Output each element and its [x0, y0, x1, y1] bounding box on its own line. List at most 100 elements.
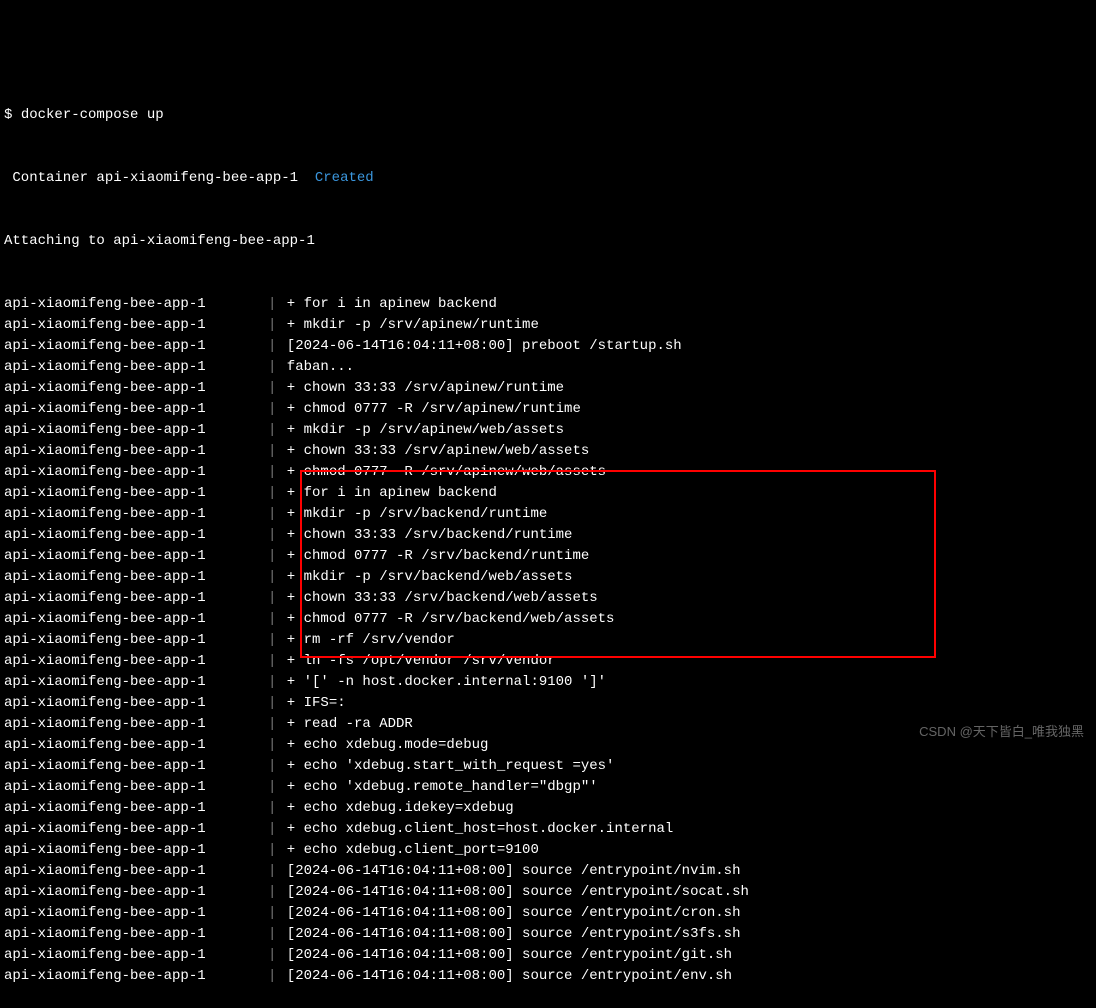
log-prefix: api-xiaomifeng-bee-app-1: [4, 819, 266, 840]
log-separator: |: [268, 966, 276, 987]
log-prefix: api-xiaomifeng-bee-app-1: [4, 756, 266, 777]
log-separator: |: [268, 651, 276, 672]
log-line: api-xiaomifeng-bee-app-1 | + chown 33:33…: [4, 441, 1092, 462]
log-line: api-xiaomifeng-bee-app-1 | [2024-06-14T1…: [4, 336, 1092, 357]
log-prefix: api-xiaomifeng-bee-app-1: [4, 567, 266, 588]
log-body: + mkdir -p /srv/backend/runtime: [278, 504, 1092, 525]
log-separator: |: [268, 714, 276, 735]
log-body: + chmod 0777 -R /srv/backend/web/assets: [278, 609, 1092, 630]
log-body: + chmod 0777 -R /srv/apinew/web/assets: [278, 462, 1092, 483]
log-body: + rm -rf /srv/vendor: [278, 630, 1092, 651]
log-prefix: api-xiaomifeng-bee-app-1: [4, 651, 266, 672]
log-prefix: api-xiaomifeng-bee-app-1: [4, 714, 266, 735]
log-separator: |: [268, 588, 276, 609]
log-separator: |: [268, 609, 276, 630]
log-prefix: api-xiaomifeng-bee-app-1: [4, 525, 266, 546]
terminal-output[interactable]: $ docker-compose up Container api-xiaomi…: [0, 0, 1096, 1008]
log-separator: |: [268, 420, 276, 441]
log-body: [2024-06-14T16:04:11+08:00] source /entr…: [278, 945, 1092, 966]
log-body: + chown 33:33 /srv/apinew/runtime: [278, 378, 1092, 399]
log-body: + chown 33:33 /srv/apinew/web/assets: [278, 441, 1092, 462]
log-separator: |: [268, 882, 276, 903]
log-body: + chmod 0777 -R /srv/backend/runtime: [278, 546, 1092, 567]
log-line: api-xiaomifeng-bee-app-1 | + chmod 0777 …: [4, 546, 1092, 567]
log-body: + echo xdebug.client_host=host.docker.in…: [278, 819, 1092, 840]
log-line: api-xiaomifeng-bee-app-1 | + echo xdebug…: [4, 735, 1092, 756]
command-text: docker-compose up: [21, 107, 164, 123]
log-separator: |: [268, 735, 276, 756]
log-body: + echo 'xdebug.remote_handler="dbgp"': [278, 777, 1092, 798]
log-prefix: api-xiaomifeng-bee-app-1: [4, 882, 266, 903]
log-prefix: api-xiaomifeng-bee-app-1: [4, 903, 266, 924]
log-body: + '[' -n host.docker.internal:9100 ']': [278, 672, 1092, 693]
log-body: + mkdir -p /srv/backend/web/assets: [278, 567, 1092, 588]
log-separator: |: [268, 798, 276, 819]
log-separator: |: [268, 945, 276, 966]
log-prefix: api-xiaomifeng-bee-app-1: [4, 798, 266, 819]
log-line: api-xiaomifeng-bee-app-1 | [2024-06-14T1…: [4, 924, 1092, 945]
log-prefix: api-xiaomifeng-bee-app-1: [4, 546, 266, 567]
log-body: + IFS=:: [278, 693, 1092, 714]
log-separator: |: [268, 567, 276, 588]
top-line: [4, 42, 1092, 63]
log-line: api-xiaomifeng-bee-app-1 | + '[' -n host…: [4, 672, 1092, 693]
log-separator: |: [268, 630, 276, 651]
log-separator: |: [268, 693, 276, 714]
log-line: api-xiaomifeng-bee-app-1 | + ln -fs /opt…: [4, 651, 1092, 672]
log-line: api-xiaomifeng-bee-app-1 | + rm -rf /srv…: [4, 630, 1092, 651]
log-line: api-xiaomifeng-bee-app-1 | + echo xdebug…: [4, 798, 1092, 819]
log-line: api-xiaomifeng-bee-app-1 | + echo xdebug…: [4, 819, 1092, 840]
log-line: api-xiaomifeng-bee-app-1 | [2024-06-14T1…: [4, 966, 1092, 987]
log-separator: |: [268, 525, 276, 546]
log-body: + mkdir -p /srv/apinew/runtime: [278, 315, 1092, 336]
log-prefix: api-xiaomifeng-bee-app-1: [4, 336, 266, 357]
log-line: api-xiaomifeng-bee-app-1 | faban...: [4, 357, 1092, 378]
log-separator: |: [268, 924, 276, 945]
log-prefix: api-xiaomifeng-bee-app-1: [4, 777, 266, 798]
log-line: api-xiaomifeng-bee-app-1 | + mkdir -p /s…: [4, 420, 1092, 441]
log-prefix: api-xiaomifeng-bee-app-1: [4, 441, 266, 462]
log-separator: |: [268, 672, 276, 693]
log-prefix: api-xiaomifeng-bee-app-1: [4, 315, 266, 336]
log-separator: |: [268, 357, 276, 378]
log-separator: |: [268, 483, 276, 504]
log-prefix: api-xiaomifeng-bee-app-1: [4, 588, 266, 609]
log-line: api-xiaomifeng-bee-app-1 | [2024-06-14T1…: [4, 945, 1092, 966]
log-prefix: api-xiaomifeng-bee-app-1: [4, 630, 266, 651]
log-body: + mkdir -p /srv/apinew/web/assets: [278, 420, 1092, 441]
prompt-line: $ docker-compose up: [4, 105, 1092, 126]
log-body: [2024-06-14T16:04:11+08:00] source /entr…: [278, 861, 1092, 882]
log-line: api-xiaomifeng-bee-app-1 | [2024-06-14T1…: [4, 903, 1092, 924]
log-line: api-xiaomifeng-bee-app-1 | + mkdir -p /s…: [4, 567, 1092, 588]
prompt-symbol: $: [4, 107, 12, 123]
log-prefix: api-xiaomifeng-bee-app-1: [4, 504, 266, 525]
log-separator: |: [268, 546, 276, 567]
log-body: [2024-06-14T16:04:11+08:00] preboot /sta…: [278, 336, 1092, 357]
log-separator: |: [268, 903, 276, 924]
log-line: api-xiaomifeng-bee-app-1 | + chown 33:33…: [4, 525, 1092, 546]
log-body: + echo xdebug.idekey=xdebug: [278, 798, 1092, 819]
log-prefix: api-xiaomifeng-bee-app-1: [4, 294, 266, 315]
log-line: api-xiaomifeng-bee-app-1 | + for i in ap…: [4, 294, 1092, 315]
log-prefix: api-xiaomifeng-bee-app-1: [4, 693, 266, 714]
log-separator: |: [268, 441, 276, 462]
log-body: + for i in apinew backend: [278, 483, 1092, 504]
log-prefix: api-xiaomifeng-bee-app-1: [4, 378, 266, 399]
log-prefix: api-xiaomifeng-bee-app-1: [4, 399, 266, 420]
log-prefix: api-xiaomifeng-bee-app-1: [4, 735, 266, 756]
log-prefix: api-xiaomifeng-bee-app-1: [4, 945, 266, 966]
log-line: api-xiaomifeng-bee-app-1 | + chown 33:33…: [4, 378, 1092, 399]
attach-line: Attaching to api-xiaomifeng-bee-app-1: [4, 231, 1092, 252]
log-line: api-xiaomifeng-bee-app-1 | + read -ra AD…: [4, 714, 1092, 735]
log-prefix: api-xiaomifeng-bee-app-1: [4, 420, 266, 441]
log-body: [2024-06-14T16:04:11+08:00] source /entr…: [278, 966, 1092, 987]
log-body: faban...: [278, 357, 1092, 378]
log-body: [2024-06-14T16:04:11+08:00] source /entr…: [278, 882, 1092, 903]
log-line: api-xiaomifeng-bee-app-1 | + for i in ap…: [4, 483, 1092, 504]
log-body: + read -ra ADDR: [278, 714, 1092, 735]
log-body: + chown 33:33 /srv/backend/web/assets: [278, 588, 1092, 609]
log-separator: |: [268, 861, 276, 882]
status-created: Created: [315, 170, 374, 186]
log-line: api-xiaomifeng-bee-app-1 | + echo 'xdebu…: [4, 756, 1092, 777]
log-prefix: api-xiaomifeng-bee-app-1: [4, 483, 266, 504]
